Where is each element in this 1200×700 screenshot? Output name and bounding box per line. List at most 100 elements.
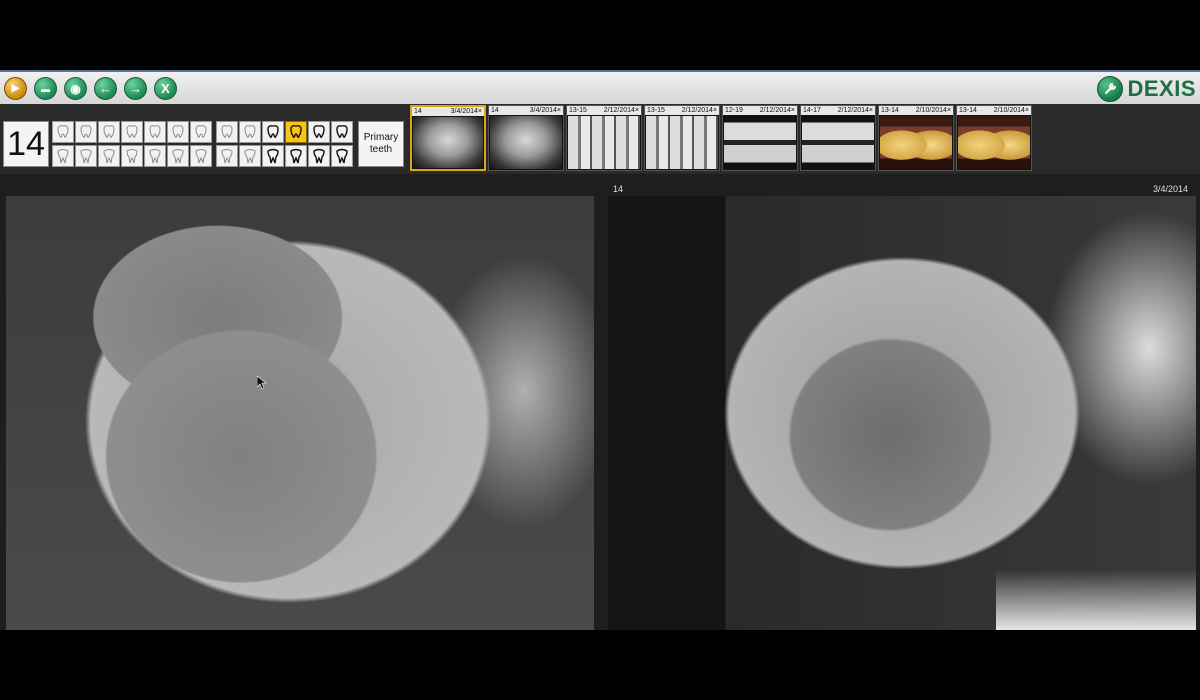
tooth-cell[interactable] (262, 121, 284, 143)
tooth-cell[interactable] (52, 121, 74, 143)
tooth-icon (290, 125, 302, 138)
tooth-cell[interactable] (285, 145, 307, 167)
play-icon: ▶ (11, 83, 20, 94)
image-thumbnail[interactable]: 12-19 2/12/2014× (722, 105, 798, 171)
thumbnail-date: 2/12/2014× (681, 107, 717, 114)
tooth-cell[interactable] (144, 121, 166, 143)
primary-teeth-button[interactable]: Primary teeth (358, 121, 404, 167)
tooth-icon (195, 125, 207, 138)
tooth-cell[interactable] (239, 121, 261, 143)
thumbnail-caption: 13-15 2/12/2014× (567, 106, 641, 115)
thumbnail-image (958, 116, 1030, 169)
thumbnail-teeth: 13-15 (647, 107, 665, 114)
tooth-cell[interactable] (262, 145, 284, 167)
thumbnail-date: 3/4/2014× (450, 108, 482, 115)
thumbnail-caption: 13-14 2/10/2014× (957, 106, 1031, 115)
image-thumbnail[interactable]: 13-14 2/10/2014× (956, 105, 1032, 171)
image-thumbnail[interactable]: 13-15 2/12/2014× (566, 105, 642, 171)
tooth-cell[interactable] (167, 145, 189, 167)
image-pane-left[interactable] (6, 196, 594, 630)
open-folder-button[interactable]: ▬ (34, 77, 57, 100)
thumbnail-date: 2/12/2014× (837, 107, 873, 114)
tooth-icon (172, 149, 184, 164)
thumbnail-caption: 14 3/4/2014× (412, 107, 484, 116)
tooth-icon (244, 149, 256, 164)
back-arrow-icon: ← (99, 81, 112, 96)
tooth-cell[interactable] (331, 145, 353, 167)
tooth-chart (52, 121, 355, 169)
thumbnail-teeth: 13-15 (569, 107, 587, 114)
tooth-cell[interactable] (308, 121, 330, 143)
tooth-cell[interactable] (216, 145, 238, 167)
image-thumbnail[interactable]: 14-17 2/12/2014× (800, 105, 876, 171)
tooth-cell[interactable] (190, 145, 212, 167)
close-button[interactable]: X (154, 77, 177, 100)
tooth-cell[interactable] (167, 121, 189, 143)
tooth-icon (221, 149, 233, 164)
tooth-icon (336, 148, 348, 164)
tooth-icon (126, 125, 138, 138)
tooth-icon (244, 125, 256, 138)
image-thumbnail[interactable]: 13-15 2/12/2014× (644, 105, 720, 171)
back-button[interactable]: ← (94, 77, 117, 100)
tooth-cell-14-selected[interactable] (285, 121, 307, 143)
tooth-cell[interactable] (190, 121, 212, 143)
thumbnail-date: 2/12/2014× (603, 107, 639, 114)
tooth-icon (313, 148, 325, 164)
thumbnail-teeth: 13-14 (881, 107, 899, 114)
thumbnail-teeth: 14 (414, 108, 422, 115)
thumbnail-image (802, 116, 874, 169)
tooth-cell[interactable] (75, 145, 97, 167)
tooth-cell[interactable] (144, 145, 166, 167)
thumbnail-date: 2/12/2014× (759, 107, 795, 114)
close-x-icon: X (161, 81, 170, 96)
image-thumbnail[interactable]: 14 3/4/2014× (488, 105, 564, 171)
tooth-icon (103, 149, 115, 164)
image-pane-right[interactable] (608, 196, 1196, 630)
play-button[interactable]: ▶ (4, 77, 27, 100)
image-glare (996, 570, 1196, 630)
tooth-icon (149, 149, 161, 164)
tooth-cell[interactable] (121, 121, 143, 143)
tooth-cell[interactable] (121, 145, 143, 167)
tooth-icon (57, 149, 69, 164)
tooth-cell[interactable] (52, 145, 74, 167)
thumbnail-date: 2/10/2014× (993, 107, 1029, 114)
viewer-date-label: 3/4/2014 (1152, 184, 1188, 194)
thumbnail-date: 2/10/2014× (915, 107, 951, 114)
view-button[interactable]: ◉ (64, 77, 87, 100)
brand-name: DEXIS (1127, 76, 1196, 101)
thumbnail-teeth: 14 (491, 107, 499, 114)
tooth-icon (57, 125, 69, 138)
forward-button[interactable]: → (124, 77, 147, 100)
thumbnail-caption: 14 3/4/2014× (489, 106, 563, 115)
tooth-icon (313, 125, 325, 138)
thumbnail-teeth: 13-14 (959, 107, 977, 114)
thumbnail-image (880, 116, 952, 169)
tooth-cell[interactable] (308, 145, 330, 167)
tooth-icon (80, 125, 92, 138)
tooth-icon (290, 148, 302, 164)
tooth-icon (195, 149, 207, 164)
tooth-cell[interactable] (331, 121, 353, 143)
mouse-cursor-icon (257, 376, 267, 390)
tooth-icon (149, 125, 161, 138)
tooth-cell[interactable] (216, 121, 238, 143)
thumbnail-image (490, 116, 562, 169)
image-thumbnail[interactable]: 14 3/4/2014× (410, 105, 486, 171)
tooth-icon (336, 125, 348, 138)
viewer-header: 14 3/4/2014 (0, 182, 1200, 196)
primary-label-line2: teeth (369, 144, 393, 155)
main-toolbar: ▶ ▬ ◉ ← → X DEXIS (0, 70, 1200, 104)
tooth-cell[interactable] (239, 145, 261, 167)
thumbnail-date: 3/4/2014× (529, 107, 561, 114)
image-thumbnail[interactable]: 13-14 2/10/2014× (878, 105, 954, 171)
thumbnail-teeth: 14-17 (803, 107, 821, 114)
tooth-cell[interactable] (98, 145, 120, 167)
thumbnail-caption: 13-15 2/12/2014× (645, 106, 719, 115)
tooth-cell[interactable] (75, 121, 97, 143)
tooth-icon (103, 125, 115, 138)
tooth-icon (126, 149, 138, 164)
tooth-cell[interactable] (98, 121, 120, 143)
thumbnail-image (413, 117, 483, 168)
